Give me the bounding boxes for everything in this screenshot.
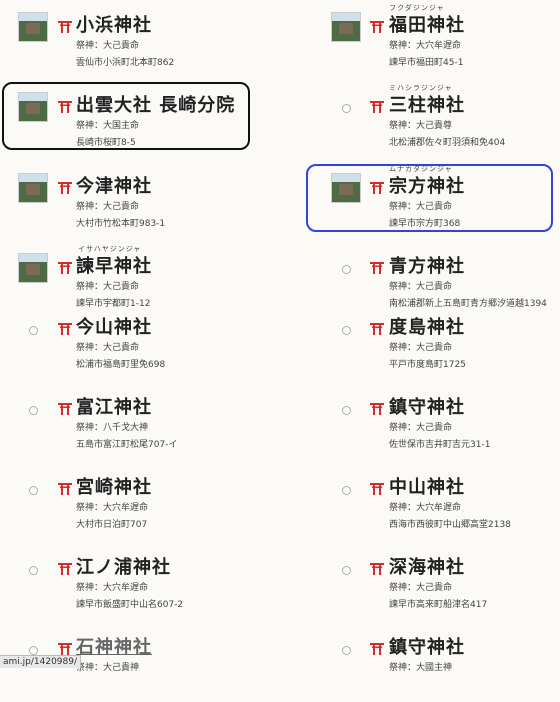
shrine-thumbnail[interactable]	[18, 253, 48, 283]
shrine-deity: 祭神：大己貴神	[76, 663, 140, 673]
bullet-dot-icon	[29, 646, 38, 655]
shrine-deity: 祭神：大國主神	[389, 663, 453, 673]
shrine-address: 佐世保市吉井町吉元31-1	[389, 440, 491, 450]
torii-gate-icon	[370, 400, 384, 415]
shrine-deity: 祭神：大穴牟遅命	[76, 503, 149, 513]
torii-gate-icon	[370, 98, 384, 113]
shrine-name-link[interactable]: 江ノ浦神社	[76, 553, 171, 579]
shrine-address: 西海市西彼町中山郷高堂2138	[389, 520, 511, 530]
shrine-deity: 祭神：大己貴命	[76, 202, 140, 212]
shrine-name-link[interactable]: 鎮守神社	[389, 393, 465, 419]
torii-gate-icon	[370, 480, 384, 495]
bullet-dot-icon	[342, 486, 351, 495]
shrine-address: 大村市日泊町707	[76, 520, 148, 530]
bullet-dot-icon	[342, 646, 351, 655]
shrine-name-link[interactable]: 諫早神社	[76, 252, 152, 278]
torii-gate-icon	[370, 18, 384, 33]
shrine-list-item[interactable]: 鎮守神社祭神：大國主神	[280, 622, 560, 702]
bullet-dot-icon	[29, 406, 38, 415]
shrine-name-link[interactable]: 深海神社	[389, 553, 465, 579]
shrine-list-item[interactable]: 小浜神社祭神：大己貴命雲仙市小浜町北本町862	[0, 0, 280, 80]
shrine-list-item[interactable]: 今津神社祭神：大己貴命大村市竹松本町983-1	[0, 161, 280, 241]
shrine-list-item[interactable]: 江ノ浦神社祭神：大穴牟遅命諫早市飯盛町中山名607-2	[0, 542, 280, 622]
shrine-thumbnail[interactable]	[18, 173, 48, 203]
bullet-dot-icon	[342, 566, 351, 575]
shrine-name-link[interactable]: 今山神社	[76, 313, 152, 339]
shrine-name-link[interactable]: 鎮守神社	[389, 633, 465, 659]
shrine-deity: 祭神：大己貴命	[76, 282, 140, 292]
shrine-thumbnail[interactable]	[331, 12, 361, 42]
bullet-dot-icon	[29, 486, 38, 495]
shrine-address: 五島市富江町松尾707-イ	[76, 440, 178, 450]
shrine-name-link[interactable]: 宮崎神社	[76, 473, 152, 499]
shrine-list-item[interactable]: 鎮守神社祭神：大己貴命佐世保市吉井町吉元31-1	[280, 382, 560, 462]
torii-gate-icon	[58, 640, 72, 655]
torii-gate-icon	[370, 259, 384, 274]
torii-gate-icon	[58, 400, 72, 415]
shrine-list-item[interactable]: 今山神社祭神：大己貴命松浦市福島町里免698	[0, 302, 280, 382]
highlight-box-munakata	[306, 164, 553, 232]
shrine-list-item[interactable]: 度島神社祭神：大己貴命平戸市度島町1725	[280, 302, 560, 382]
shrine-name-link[interactable]: 福田神社	[389, 11, 465, 37]
shrine-list-item[interactable]: 富江神社祭神：八千戈大神五島市富江町松尾707-イ	[0, 382, 280, 462]
shrine-deity: 祭神：大己貴命	[389, 423, 453, 433]
shrine-address: 平戸市度島町1725	[389, 360, 466, 370]
bullet-dot-icon	[342, 265, 351, 274]
shrine-address: 諫早市福田町45-1	[389, 58, 464, 68]
shrine-name-link[interactable]: 富江神社	[76, 393, 152, 419]
shrine-deity: 祭神：大穴牟遅命	[76, 583, 149, 593]
shrine-name-link[interactable]: 中山神社	[389, 473, 465, 499]
torii-gate-icon	[58, 560, 72, 575]
torii-gate-icon	[58, 179, 72, 194]
shrine-name-link[interactable]: 今津神社	[76, 172, 152, 198]
shrine-deity: 祭神：大己貴命	[389, 583, 453, 593]
shrine-deity: 祭神：大穴牟遅命	[389, 503, 462, 513]
shrine-deity: 祭神：大己貴命	[76, 41, 140, 51]
shrine-name-link[interactable]: 青方神社	[389, 252, 465, 278]
torii-gate-icon	[370, 640, 384, 655]
torii-gate-icon	[58, 18, 72, 33]
shrine-list-item[interactable]: 深海神社祭神：大己貴命諫早市高来町船津名417	[280, 542, 560, 622]
shrine-list-item[interactable]: フクダジンジャ 福田神社 祭神：大穴牟遅命 諫早市福田町45-1	[280, 0, 560, 80]
shrine-address: 雲仙市小浜町北本町862	[76, 58, 175, 68]
shrine-name-link[interactable]: 三柱神社	[389, 91, 465, 117]
torii-gate-icon	[370, 320, 384, 335]
shrine-address: 北松浦郡佐々町羽須和免404	[389, 138, 506, 148]
shrine-deity: 祭神：大己貴命	[389, 282, 453, 292]
torii-gate-icon	[370, 560, 384, 575]
torii-gate-icon	[58, 320, 72, 335]
shrine-name-link[interactable]: 度島神社	[389, 313, 465, 339]
shrine-thumbnail[interactable]	[18, 12, 48, 42]
torii-gate-icon	[58, 480, 72, 495]
bullet-dot-icon	[342, 406, 351, 415]
shrine-deity: 祭神：大己貴尊	[389, 121, 453, 131]
bullet-dot-icon	[342, 326, 351, 335]
bullet-dot-icon	[29, 326, 38, 335]
shrine-address: 松浦市福島町里免698	[76, 360, 166, 370]
shrine-deity: 祭神：八千戈大神	[76, 423, 149, 433]
shrine-name-link[interactable]: 石神神社	[76, 633, 152, 659]
status-bar-url: ami.jp/1420989/	[0, 655, 82, 668]
torii-gate-icon	[58, 259, 72, 274]
shrine-address: 大村市竹松本町983-1	[76, 219, 166, 229]
shrine-address: 諫早市高来町船津名417	[389, 600, 488, 610]
highlight-box-izumo	[2, 82, 250, 150]
shrine-deity: 祭神：大己貴命	[389, 343, 453, 353]
bullet-dot-icon	[342, 104, 351, 113]
shrine-name-link[interactable]: 小浜神社	[76, 11, 152, 37]
shrine-list-item[interactable]: 宮崎神社祭神：大穴牟遅命 大村市日泊町707	[0, 462, 280, 542]
shrine-list-item[interactable]: 中山神社祭神：大穴牟遅命西海市西彼町中山郷高堂2138	[280, 462, 560, 542]
shrine-deity: 祭神：大己貴命	[76, 343, 140, 353]
shrine-deity: 祭神：大穴牟遅命	[389, 41, 462, 51]
bullet-dot-icon	[29, 566, 38, 575]
shrine-list-item[interactable]: ミハシラジンジャ 三柱神社 祭神：大己貴尊 北松浦郡佐々町羽須和免404	[280, 80, 560, 160]
shrine-address: 諫早市飯盛町中山名607-2	[76, 600, 184, 610]
